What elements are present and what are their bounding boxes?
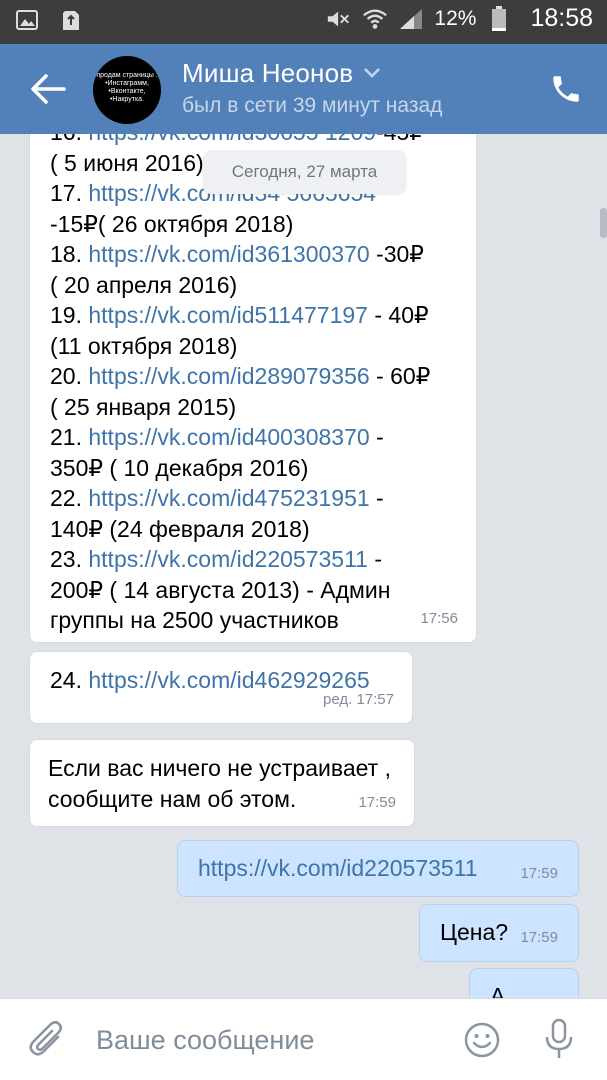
list-number: 16.	[50, 134, 82, 145]
compose-bar	[0, 998, 607, 1080]
dash: -	[369, 424, 384, 450]
incoming-message[interactable]: 24. https://vk.com/id462929265 ред. 17:5…	[29, 651, 413, 724]
date-text: ( 20 апреля 2016)	[50, 271, 238, 298]
list-number: 22.	[50, 485, 82, 511]
emoji-icon[interactable]	[463, 1021, 501, 1059]
price: - 40₽	[367, 302, 429, 328]
contact-name[interactable]: Миша Неонов	[182, 58, 353, 89]
paperclip-icon[interactable]	[28, 1019, 66, 1061]
avatar-line: продам страницы :	[96, 72, 158, 79]
message-time: 17:59	[358, 793, 396, 811]
dash: -	[367, 546, 383, 572]
image-icon	[14, 7, 40, 33]
price-date-text: -15₽( 26 октября 2018)	[50, 210, 294, 237]
profile-link[interactable]: https://vk.com/id361300370	[88, 241, 369, 267]
dash: -	[369, 485, 384, 511]
price: -30₽	[369, 241, 424, 267]
incoming-message[interactable]: 16. https://vk.com/id30655 1209-45₽ ( 5 …	[29, 134, 477, 643]
message-text: Цена?	[440, 919, 509, 945]
status-bar: 12% 18:58	[0, 0, 607, 44]
message-text: А	[490, 983, 506, 998]
message-time: ред. 17:57	[323, 690, 394, 708]
price: - 60₽	[369, 363, 431, 389]
price-date-text: 350₽ ( 10 декабря 2016)	[50, 454, 309, 481]
date-text: (11 октября 2018)	[50, 332, 238, 359]
date-divider: Сегодня, 27 марта	[203, 150, 406, 194]
last-seen-status: был в сети 39 минут назад	[182, 94, 443, 117]
profile-link[interactable]: https://vk.com/id220573511	[88, 546, 368, 572]
message-time: 17:56	[420, 609, 458, 627]
price-date-text: 200₽ ( 14 августа 2013) - Админ	[50, 576, 391, 603]
mute-icon	[326, 6, 352, 32]
message-text: 24. https://vk.com/id462929265	[50, 665, 370, 696]
message-input[interactable]	[96, 1019, 426, 1061]
list-number: 21.	[50, 424, 82, 450]
signal-icon	[398, 6, 424, 32]
message-line: Если вас ничего не устраивает ,	[48, 755, 391, 781]
price-date-text: 140₽ (24 февраля 2018)	[50, 515, 310, 542]
profile-link[interactable]: https://vk.com/id400308370	[88, 424, 369, 450]
message-list[interactable]: 16. https://vk.com/id30655 1209-45₽ ( 5 …	[0, 134, 607, 998]
profile-link[interactable]: https://vk.com/id30655 1209	[88, 134, 376, 145]
profile-link[interactable]: https://vk.com/id475231951	[88, 485, 369, 511]
back-arrow-icon[interactable]	[28, 72, 68, 106]
avatar-line: •Инстаграмм,	[105, 80, 149, 87]
list-number: 23.	[50, 546, 82, 572]
battery-icon	[486, 5, 512, 32]
recycle-icon	[58, 7, 84, 33]
incoming-message[interactable]: Если вас ничего не устраивает , сообщите…	[29, 739, 415, 827]
profile-link[interactable]: https://vk.com/id511477197	[88, 302, 368, 328]
phone-icon[interactable]	[549, 72, 583, 106]
list-number: 24.	[50, 667, 82, 693]
list-number: 17.	[50, 180, 82, 206]
outgoing-message[interactable]: А	[469, 968, 579, 998]
list-number: 19.	[50, 302, 82, 328]
microphone-icon[interactable]	[541, 1017, 577, 1061]
list-number: 20.	[50, 363, 82, 389]
message-line: сообщите нам об этом.	[48, 785, 297, 812]
list-number: 18.	[50, 241, 82, 267]
clock: 18:58	[530, 4, 593, 32]
chevron-down-icon[interactable]	[362, 66, 382, 80]
profile-link[interactable]: https://vk.com/id289079356	[88, 363, 369, 389]
date-text: ( 25 января 2015)	[50, 393, 237, 420]
message-text: 16. https://vk.com/id30655 1209-45₽ ( 5 …	[50, 134, 470, 636]
wifi-icon	[362, 6, 388, 32]
message-time: 17:59	[520, 864, 558, 882]
outgoing-message[interactable]: Цена? 17:59	[419, 904, 579, 962]
message-time: 17:59	[520, 928, 558, 946]
price: -45₽	[376, 134, 424, 145]
avatar-line: •Вконтакте,	[108, 88, 146, 95]
avatar-line: •Накрутка.	[109, 96, 145, 103]
message-text: Если вас ничего не устраивает , сообщите…	[48, 753, 391, 814]
avatar[interactable]: продам страницы : •Инстаграмм, •Вконтакт…	[93, 56, 161, 124]
profile-link[interactable]: https://vk.com/id220573511	[198, 853, 478, 884]
scrollbar[interactable]	[600, 208, 607, 238]
chat-header: продам страницы : •Инстаграмм, •Вконтакт…	[0, 44, 607, 134]
battery-percent: 12%	[434, 6, 477, 30]
outgoing-message[interactable]: https://vk.com/id220573511 17:59	[177, 840, 579, 897]
description-text: группы на 2500 участников	[50, 607, 339, 633]
